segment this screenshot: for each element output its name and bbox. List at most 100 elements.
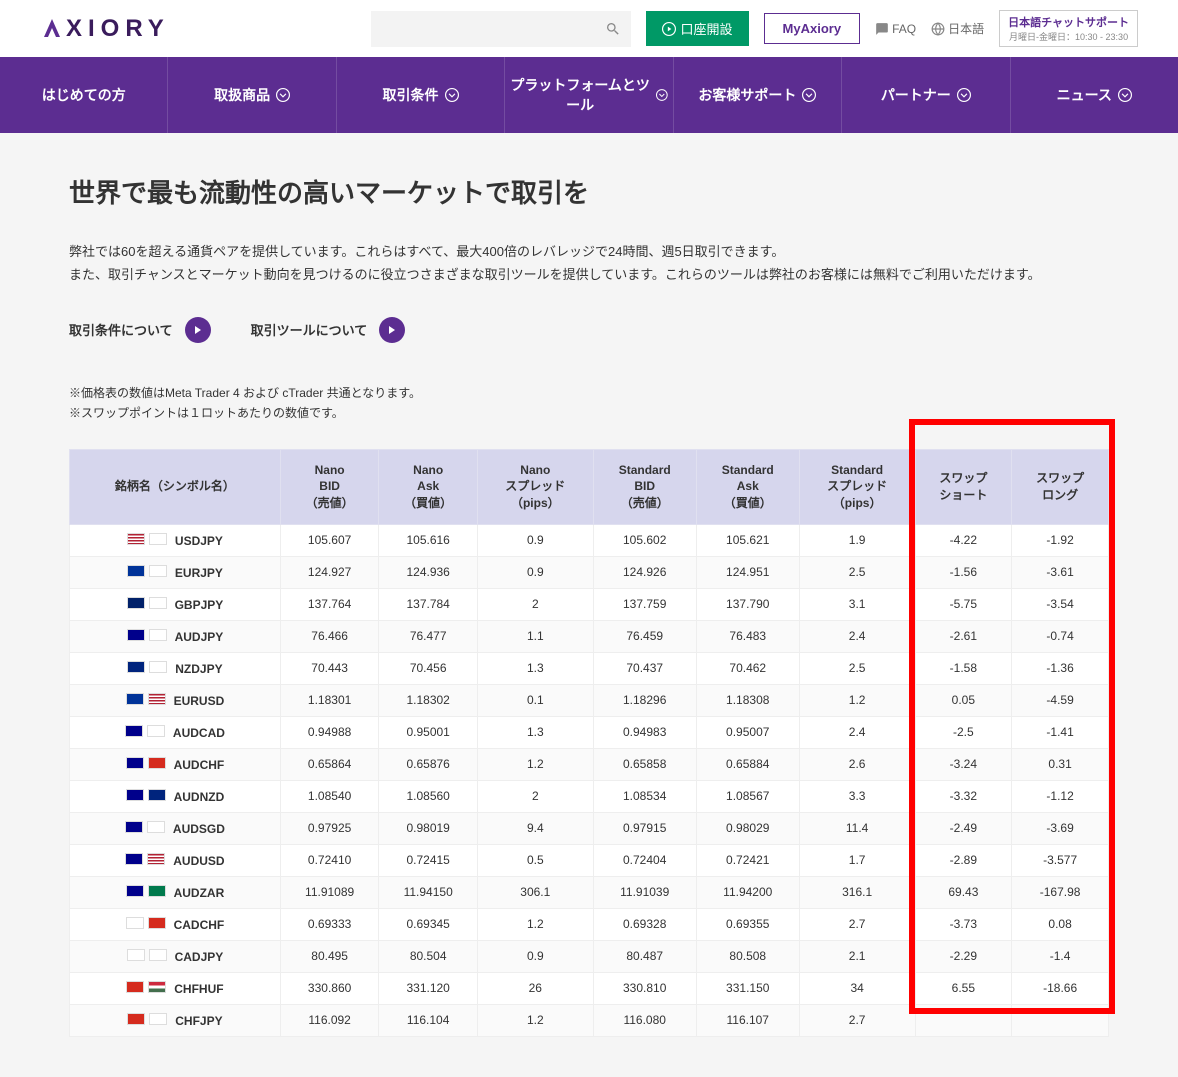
cell-na: 80.504 <box>379 940 478 972</box>
nav-item-6[interactable]: ニュース <box>1011 57 1178 133</box>
table-row: NZDJPY70.44370.4561.370.43770.4622.5-1.5… <box>70 652 1109 684</box>
cell-ss: 316.1 <box>799 876 915 908</box>
flag-za <box>148 885 166 897</box>
chat-icon <box>875 22 889 36</box>
nav-item-4[interactable]: お客様サポート <box>674 57 842 133</box>
cell-sws <box>915 1004 1012 1036</box>
cell-sa: 0.98029 <box>696 812 799 844</box>
cell-sb: 11.91039 <box>593 876 696 908</box>
desc-line-1: 弊社では60を超える通貨ペアを提供しています。これらはすべて、最大400倍のレバ… <box>69 240 1109 263</box>
cell-ss: 11.4 <box>799 812 915 844</box>
search-input[interactable] <box>371 11 631 47</box>
flag-jp <box>149 949 167 961</box>
cell-sa: 116.107 <box>696 1004 799 1036</box>
cell-ss: 2.5 <box>799 652 915 684</box>
flag-us <box>148 693 166 705</box>
cell-na: 0.98019 <box>379 812 478 844</box>
cell-na: 76.477 <box>379 620 478 652</box>
cell-na: 105.616 <box>379 524 478 556</box>
nav-item-3[interactable]: プラットフォームとツール <box>505 57 673 133</box>
cell-ss: 2.4 <box>799 620 915 652</box>
table-row: CADJPY80.49580.5040.980.48780.5082.1-2.2… <box>70 940 1109 972</box>
cell-ns: 1.3 <box>477 652 593 684</box>
col-nano_spread: Nanoスプレッド（pips） <box>477 449 593 524</box>
cell-ss: 1.7 <box>799 844 915 876</box>
flag-au <box>125 725 143 737</box>
cell-na: 0.69345 <box>379 908 478 940</box>
col-swap_long: スワップロング <box>1012 449 1109 524</box>
cell-ss: 1.9 <box>799 524 915 556</box>
cell-sa: 1.18308 <box>696 684 799 716</box>
flag-ch <box>148 917 166 929</box>
cell-sb: 0.69328 <box>593 908 696 940</box>
symbol-cell: AUDNZD <box>70 780 281 812</box>
main-nav: はじめての方取扱商品取引条件プラットフォームとツールお客様サポートパートナーニュ… <box>0 57 1178 133</box>
flag-ca <box>126 917 144 929</box>
cell-ns: 0.9 <box>477 524 593 556</box>
cell-ss: 2.6 <box>799 748 915 780</box>
cell-sa: 105.621 <box>696 524 799 556</box>
chevron-down-icon <box>1118 88 1132 102</box>
cell-nb: 0.97925 <box>280 812 379 844</box>
cell-sb: 105.602 <box>593 524 696 556</box>
cell-ss: 2.5 <box>799 556 915 588</box>
language-label: 日本語 <box>948 20 984 37</box>
logo[interactable]: XIORY <box>40 15 170 43</box>
cell-ns: 9.4 <box>477 812 593 844</box>
flag-nz <box>127 661 145 673</box>
table-row: USDJPY105.607105.6160.9105.602105.6211.9… <box>70 524 1109 556</box>
nav-item-1[interactable]: 取扱商品 <box>168 57 336 133</box>
cell-sa: 0.69355 <box>696 908 799 940</box>
note-1: ※価格表の数値はMeta Trader 4 および cTrader 共通となりま… <box>69 383 1109 403</box>
cell-nb: 105.607 <box>280 524 379 556</box>
open-account-button[interactable]: 口座開設 <box>646 11 749 46</box>
cell-sws: -4.22 <box>915 524 1012 556</box>
cell-sa: 70.462 <box>696 652 799 684</box>
symbol-cell: AUDZAR <box>70 876 281 908</box>
flag-jp <box>149 533 167 545</box>
cell-sws: -3.73 <box>915 908 1012 940</box>
flag-ch <box>127 1013 145 1025</box>
cell-ss: 3.1 <box>799 588 915 620</box>
cell-sws: 6.55 <box>915 972 1012 1004</box>
cell-nb: 0.65864 <box>280 748 379 780</box>
table-row: AUDCAD0.949880.950011.30.949830.950072.4… <box>70 716 1109 748</box>
cell-sws: -2.29 <box>915 940 1012 972</box>
arrow-circle-icon <box>185 317 211 343</box>
cell-swl: -3.61 <box>1012 556 1109 588</box>
flag-eu <box>126 693 144 705</box>
flag-us <box>127 533 145 545</box>
cell-sb: 0.72404 <box>593 844 696 876</box>
trading-tools-link[interactable]: 取引ツールについて <box>251 317 406 343</box>
cell-sb: 124.926 <box>593 556 696 588</box>
flag-gb <box>127 597 145 609</box>
cell-swl: -18.66 <box>1012 972 1109 1004</box>
symbol-cell: NZDJPY <box>70 652 281 684</box>
flag-au <box>127 629 145 641</box>
cell-nb: 1.08540 <box>280 780 379 812</box>
cell-nb: 1.18301 <box>280 684 379 716</box>
cell-swl: -1.12 <box>1012 780 1109 812</box>
cell-ss: 3.3 <box>799 780 915 812</box>
cell-sb: 1.08534 <box>593 780 696 812</box>
cell-swl: -167.98 <box>1012 876 1109 908</box>
flag-sg <box>147 821 165 833</box>
cell-nb: 0.69333 <box>280 908 379 940</box>
faq-link[interactable]: FAQ <box>875 22 916 36</box>
cell-sb: 0.97915 <box>593 812 696 844</box>
header-top: XIORY 口座開設 MyAxiory FAQ 日本語 日本語チャットサポート … <box>0 0 1178 57</box>
cell-na: 70.456 <box>379 652 478 684</box>
trading-conditions-link[interactable]: 取引条件について <box>69 317 211 343</box>
language-selector[interactable]: 日本語 <box>931 20 984 37</box>
symbol-cell: CADJPY <box>70 940 281 972</box>
chat-support-box[interactable]: 日本語チャットサポート 月曜日-金曜日：10:30 - 23:30 <box>999 10 1138 47</box>
myaxiory-button[interactable]: MyAxiory <box>764 13 861 44</box>
link-label: 取引条件について <box>69 320 173 339</box>
cell-sa: 137.790 <box>696 588 799 620</box>
nav-item-0[interactable]: はじめての方 <box>0 57 168 133</box>
nav-item-2[interactable]: 取引条件 <box>337 57 505 133</box>
cell-ns: 1.2 <box>477 748 593 780</box>
flag-jp <box>149 565 167 577</box>
cell-sa: 1.08567 <box>696 780 799 812</box>
nav-item-5[interactable]: パートナー <box>842 57 1010 133</box>
